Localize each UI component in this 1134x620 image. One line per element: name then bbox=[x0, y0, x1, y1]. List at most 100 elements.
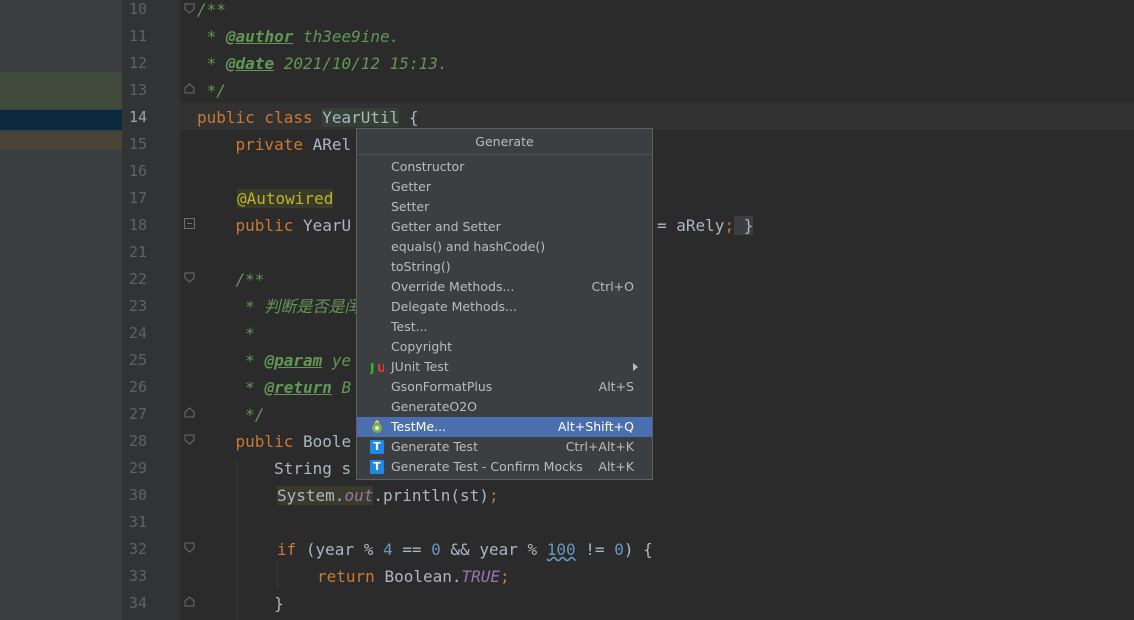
svg-text:U: U bbox=[377, 362, 384, 374]
code-line-33[interactable]: return Boolean.TRUE; bbox=[317, 563, 510, 590]
code-line-17[interactable]: @Autowired bbox=[237, 185, 334, 212]
fold-icon[interactable] bbox=[184, 407, 195, 418]
line-number: 26 bbox=[128, 378, 147, 396]
code-line-18-tail[interactable]: = aRely; } bbox=[657, 212, 754, 239]
menu-item-tostring[interactable]: toString() bbox=[357, 257, 652, 277]
comment: /** bbox=[197, 270, 265, 289]
keyword: return bbox=[317, 567, 385, 586]
code-line-26[interactable]: * @return B bbox=[197, 374, 351, 401]
fold-icon[interactable] bbox=[184, 434, 195, 445]
fold-icon[interactable] bbox=[184, 596, 195, 607]
menu-item-override-methods[interactable]: Override Methods... Ctrl+O bbox=[357, 277, 652, 297]
line-number: 27 bbox=[128, 405, 147, 423]
menu-item-getter[interactable]: Getter bbox=[357, 177, 652, 197]
line-number: 15 bbox=[128, 135, 147, 153]
code-line-14[interactable]: public class YearUtil { bbox=[197, 104, 419, 131]
code-line-30[interactable]: System.out.println(st); bbox=[277, 482, 499, 509]
comment: * bbox=[197, 351, 265, 370]
comment: * bbox=[197, 378, 265, 397]
code-line-10[interactable]: /** bbox=[197, 0, 226, 23]
fold-icon[interactable] bbox=[184, 218, 195, 229]
menu-item-label: Setter bbox=[391, 199, 430, 214]
left-panel-strip bbox=[0, 0, 122, 620]
menu-item-equals-and-hashcode[interactable]: equals() and hashCode() bbox=[357, 237, 652, 257]
system-class: System. bbox=[277, 486, 345, 505]
comment: 2021/10/12 15:13. bbox=[274, 54, 448, 73]
line-number: 12 bbox=[128, 54, 147, 72]
line-number: 17 bbox=[128, 189, 147, 207]
menu-item-label: equals() and hashCode() bbox=[391, 239, 546, 254]
code-text: Boolean. bbox=[384, 567, 462, 586]
menu-item-label: TestMe... bbox=[391, 419, 447, 434]
menu-item-junit-test[interactable]: J U JUnit Test bbox=[357, 357, 652, 377]
code-text: (year % bbox=[305, 540, 383, 559]
line-number: 31 bbox=[128, 513, 147, 531]
code-text: .println(st) bbox=[373, 486, 489, 505]
semicolon: ; bbox=[724, 216, 735, 235]
javadoc-tag: @param bbox=[264, 351, 323, 370]
code-text: YearU bbox=[302, 216, 352, 235]
menu-item-generateo2o[interactable]: GenerateO2O bbox=[357, 397, 652, 417]
submenu-arrow-icon bbox=[633, 363, 638, 371]
class-name: YearUtil bbox=[322, 108, 400, 127]
code-line-23[interactable]: * 判断是否是闰 bbox=[197, 293, 360, 320]
menu-item-label: Override Methods... bbox=[391, 279, 515, 294]
code-line-15[interactable]: private ARel bbox=[197, 131, 352, 158]
fold-icon[interactable] bbox=[184, 542, 195, 553]
code-line-13[interactable]: */ bbox=[197, 77, 226, 104]
code-text: } bbox=[197, 594, 284, 613]
code-line-11[interactable]: * @author th3ee9ine. bbox=[197, 23, 400, 50]
menu-item-shortcut: Alt+K bbox=[598, 459, 634, 474]
code-line-22[interactable]: /** bbox=[197, 266, 265, 293]
code-line-18[interactable]: public YearU bbox=[197, 212, 352, 239]
menu-item-generate-test-confirm-mocks[interactable]: T Generate Test - Confirm Mocks Alt+K bbox=[357, 457, 652, 477]
code-line-12[interactable]: * @date 2021/10/12 15:13. bbox=[197, 50, 448, 77]
code-text: != bbox=[575, 540, 615, 559]
javadoc-tag: @return bbox=[264, 378, 332, 397]
menu-item-constructor[interactable]: Constructor bbox=[357, 157, 652, 177]
generate-popup: Generate Constructor Getter Setter Getter a… bbox=[356, 128, 653, 480]
code-text: { bbox=[399, 108, 419, 127]
keyword: public bbox=[197, 216, 303, 235]
comment: * bbox=[197, 54, 226, 73]
keyword: public bbox=[197, 432, 303, 451]
menu-item-getter-and-setter[interactable]: Getter and Setter bbox=[357, 217, 652, 237]
number: 0 bbox=[431, 540, 441, 559]
menu-item-shortcut: Alt+Shift+Q bbox=[557, 419, 634, 434]
menu-item-shortcut: Ctrl+Alt+K bbox=[565, 439, 634, 454]
line-number: 23 bbox=[128, 297, 147, 315]
javadoc-tag: @author bbox=[225, 27, 294, 46]
indent-guide bbox=[277, 560, 278, 590]
code-line-24[interactable]: * bbox=[197, 320, 255, 347]
number: 100 bbox=[546, 540, 576, 559]
fold-icon[interactable] bbox=[184, 272, 195, 283]
menu-item-generate-test[interactable]: T Generate Test Ctrl+Alt+K bbox=[357, 437, 652, 457]
closing-brace: } bbox=[734, 216, 754, 235]
annotation: @Autowired bbox=[237, 189, 334, 208]
junit-icon: JU bbox=[369, 360, 386, 375]
code-text: String s bbox=[197, 459, 352, 478]
menu-item-gsonformatplus[interactable]: GsonFormatPlus Alt+S bbox=[357, 377, 652, 397]
code-line-25[interactable]: * @param ye bbox=[197, 347, 351, 374]
menu-item-setter[interactable]: Setter bbox=[357, 197, 652, 217]
keyword: if bbox=[277, 540, 306, 559]
code-line-32[interactable]: if (year % 4 == 0 && year % 100 != 0) { bbox=[277, 536, 653, 563]
code-line-28[interactable]: public Boole bbox=[197, 428, 352, 455]
fold-icon[interactable] bbox=[184, 83, 195, 94]
code-line-27[interactable]: */ bbox=[197, 401, 264, 428]
code-text: = aRely bbox=[657, 216, 725, 235]
change-marker-brown bbox=[0, 132, 122, 150]
comment: */ bbox=[197, 81, 226, 100]
menu-item-testme[interactable]: TestMe... Alt+Shift+Q bbox=[357, 417, 652, 437]
code-text: System.out bbox=[277, 486, 374, 505]
menu-item-delegate-methods[interactable]: Delegate Methods... bbox=[357, 297, 652, 317]
code-line-29[interactable]: String s bbox=[197, 455, 351, 482]
menu-item-copyright[interactable]: Copyright bbox=[357, 337, 652, 357]
menu-item-label: Getter and Setter bbox=[391, 219, 501, 234]
comment: * bbox=[197, 27, 226, 46]
fold-icon[interactable] bbox=[184, 3, 195, 14]
menu-item-test[interactable]: Test... bbox=[357, 317, 652, 337]
code-line-34[interactable]: } bbox=[197, 590, 284, 617]
line-number: 14 bbox=[128, 108, 147, 126]
generate-menu: Constructor Getter Setter Getter and Setter… bbox=[357, 157, 652, 477]
